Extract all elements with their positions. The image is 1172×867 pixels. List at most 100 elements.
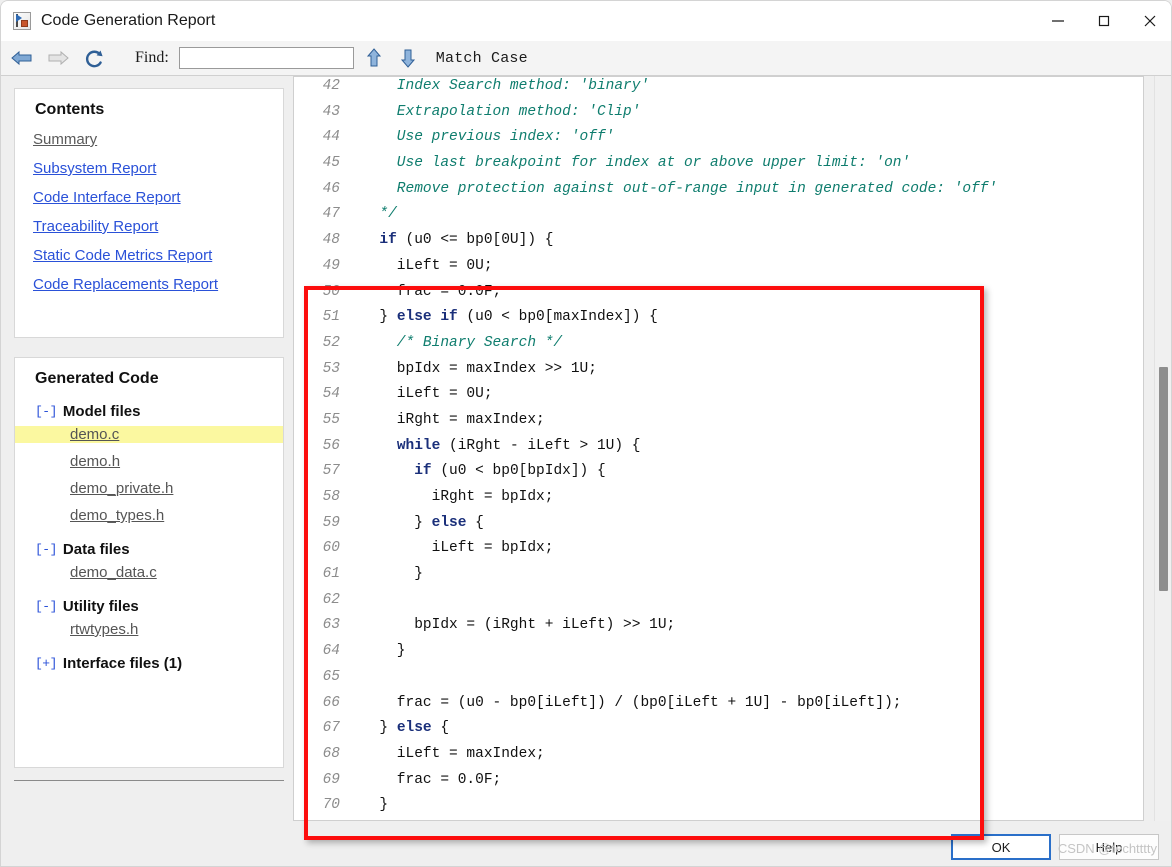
code-token-plain: (u0 < bp0[bpIdx]) { [431, 463, 606, 480]
close-icon [1144, 15, 1156, 27]
code-line: 65 [294, 665, 1143, 691]
sidebar-link-subsystem-report[interactable]: Subsystem Report [33, 160, 156, 177]
back-arrow-icon [11, 50, 32, 66]
tree-group-label: Utility files [62, 597, 139, 615]
match-case-label[interactable]: Match Case [436, 50, 528, 67]
contents-panel: Contents Summary Subsystem Report Code Int… [14, 88, 284, 338]
code-token-plain: (u0 < bp0[maxIndex]) { [457, 309, 658, 326]
search-input[interactable] [178, 47, 354, 69]
code-token-plain: bpIdx = (iRght + iLeft) >> 1U; [362, 617, 676, 634]
matlab-report-icon [13, 12, 31, 30]
sidebar-link-summary[interactable]: Summary [33, 131, 97, 148]
down-arrow-icon [400, 49, 415, 68]
sidebar-link-code-replacements-report[interactable]: Code Replacements Report [33, 276, 218, 293]
expand-icon[interactable]: [+] [35, 656, 57, 671]
code-token-comment: Remove protection against out-of-range i… [362, 180, 998, 197]
toolbar: Find: Match Case [1, 41, 1171, 76]
scrollbar-thumb[interactable] [1159, 367, 1168, 591]
tree-file-demo-types-h[interactable]: demo_types.h [70, 507, 164, 524]
tree-file-demo-data-c[interactable]: demo_data.c [70, 564, 157, 581]
tree-group-data-files[interactable]: [-] Data files [15, 534, 283, 564]
sidebar-splitter[interactable] [14, 780, 284, 781]
collapse-icon[interactable]: [-] [35, 542, 57, 557]
line-number: 46 [322, 180, 340, 197]
main-content: Contents Summary Subsystem Report Code Int… [1, 76, 1171, 840]
line-number: 65 [322, 668, 340, 685]
tree-group-model-files[interactable]: [-] Model files [15, 396, 283, 426]
maximize-button[interactable] [1081, 1, 1127, 41]
line-number: 60 [322, 540, 340, 557]
code-line: 64 } [294, 639, 1143, 665]
code-line: 62 [294, 588, 1143, 614]
generated-code-heading: Generated Code [35, 370, 159, 387]
forward-arrow-icon [48, 50, 69, 66]
sidebar-link-traceability-report[interactable]: Traceability Report [33, 218, 158, 235]
code-token-keyword: else if [396, 309, 458, 326]
line-number: 62 [322, 591, 340, 608]
collapse-icon[interactable]: [-] [35, 599, 57, 614]
code-token-keyword: else [431, 514, 467, 531]
code-token-comment: /* Binary Search */ [362, 334, 563, 351]
window-controls [1035, 1, 1171, 41]
code-line: 70 } [294, 793, 1143, 819]
sidebar: Contents Summary Subsystem Report Code Int… [1, 76, 290, 833]
minimize-button[interactable] [1035, 1, 1081, 41]
tree-group-interface-files-1[interactable]: [+] Interface files (1) [15, 648, 283, 678]
code-token-plain: } [362, 309, 397, 326]
icon-box [21, 20, 28, 27]
line-number: 54 [322, 386, 340, 403]
code-line: 42 Index Search method: 'binary' [294, 77, 1143, 100]
line-number: 70 [322, 797, 340, 814]
code-panel: 42 Index Search method: 'binary' 43 Extra… [290, 76, 1171, 833]
generated-code-panel: Generated Code [-] Model files demo.c demo.… [14, 357, 284, 768]
code-token-plain: bpIdx = maxIndex >> 1U; [362, 360, 597, 377]
close-button[interactable] [1127, 1, 1171, 41]
forward-button[interactable] [43, 45, 73, 71]
code-token-plain: iLeft = 0U; [362, 386, 493, 403]
code-line: 60 iLeft = bpIdx; [294, 536, 1143, 562]
tree-file-label: demo_types.h [70, 507, 165, 524]
find-previous-button[interactable] [360, 45, 388, 71]
vertical-scrollbar[interactable] [1154, 76, 1171, 821]
maximize-icon [1098, 15, 1110, 27]
code-token-plain: iLeft = maxIndex; [362, 745, 545, 762]
code-token-comment: Index Search method: 'binary' [362, 78, 650, 94]
refresh-button[interactable] [79, 45, 109, 71]
find-next-button[interactable] [394, 45, 422, 71]
code-line: 45 Use last breakpoint for index at or a… [294, 151, 1143, 177]
footer-buttons: OK Help [951, 834, 1159, 860]
tree-file-demo-h[interactable]: demo.h [70, 453, 120, 470]
line-number: 52 [322, 334, 340, 351]
tree-group-utility-files[interactable]: [-] Utility files [15, 591, 283, 621]
tree-file-label: demo.c [70, 426, 120, 443]
contents-heading: Contents [35, 101, 105, 118]
code-line: 67 } else { [294, 716, 1143, 742]
help-button[interactable]: Help [1059, 834, 1159, 860]
minimize-icon [1052, 20, 1064, 22]
code-token-plain: } [362, 797, 389, 814]
back-button[interactable] [7, 45, 37, 71]
line-number: 47 [322, 206, 340, 223]
code-line: 68 iLeft = maxIndex; [294, 742, 1143, 768]
tree-file-rtwtypes-h[interactable]: rtwtypes.h [70, 621, 138, 638]
code-line: 71 [294, 819, 1143, 820]
ok-button[interactable]: OK [951, 834, 1051, 860]
code-token-keyword: if [379, 232, 397, 249]
code-line: 56 while (iRght - iLeft > 1U) { [294, 434, 1143, 460]
code-scroll-area[interactable]: 42 Index Search method: 'binary' 43 Extra… [293, 76, 1144, 821]
code-line: 61 } [294, 562, 1143, 588]
file-tree: [-] Model files demo.c demo.h demo_private.h… [15, 388, 283, 678]
code-token-plain: frac = 0.0F; [362, 771, 502, 788]
tree-file-demo-private-h[interactable]: demo_private.h [70, 480, 173, 497]
code-token-plain: iRght = maxIndex; [362, 411, 545, 428]
collapse-icon[interactable]: [-] [35, 404, 57, 419]
code-token-plain: } [362, 720, 397, 737]
code-line: 59 } else { [294, 511, 1143, 537]
find-label: Find: [135, 49, 169, 66]
sidebar-link-code-interface-report[interactable]: Code Interface Report [33, 189, 181, 206]
code-line: 53 bpIdx = maxIndex >> 1U; [294, 357, 1143, 383]
sidebar-link-static-code-metrics-report[interactable]: Static Code Metrics Report [33, 247, 212, 264]
tree-file-demo-c[interactable]: demo.c [15, 426, 283, 443]
dialog-footer: OK Help CSDN @techtttty [1, 831, 1171, 866]
